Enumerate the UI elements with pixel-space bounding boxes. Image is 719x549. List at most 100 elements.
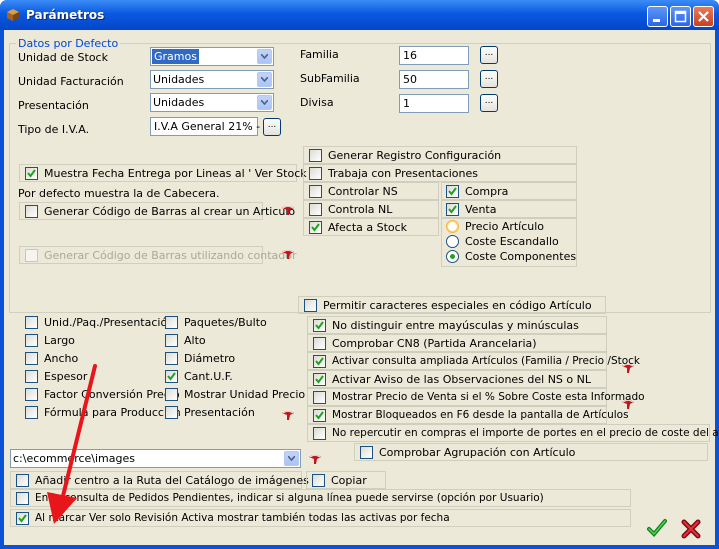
subfamilia-browse-button[interactable]: ...: [480, 70, 498, 88]
anadir-row[interactable]: Añadir centro a la Ruta del Catálogo de …: [10, 471, 309, 489]
activar-aviso-row[interactable]: Activar Aviso de las Observaciones del N…: [307, 370, 607, 388]
accept-check-icon[interactable]: [646, 517, 668, 539]
generar-codigo-contador-row[interactable]: Generar Código de Barras utilizando cont…: [19, 246, 297, 264]
controla-nl-row[interactable]: Controla NL: [303, 200, 439, 218]
coste-escandallo-radio[interactable]: [446, 235, 459, 248]
formula-row[interactable]: Fórmula para Producción: [20, 403, 181, 421]
permitir-checkbox[interactable]: [304, 299, 317, 312]
activar-aviso-checkbox[interactable]: [313, 373, 326, 386]
help-icon[interactable]: [307, 454, 323, 466]
help-icon[interactable]: [280, 205, 296, 217]
controla-nl-checkbox[interactable]: [309, 203, 322, 216]
controlar-ns-checkbox[interactable]: [309, 185, 322, 198]
paquetes-checkbox[interactable]: [165, 316, 178, 329]
mostrar-precio-row[interactable]: Mostrar Precio de Venta si el % Sobre Co…: [307, 388, 645, 406]
controlar-ns-row[interactable]: Controlar NS: [303, 182, 439, 200]
factor-checkbox[interactable]: [25, 388, 38, 401]
compra-row[interactable]: Compra: [441, 182, 577, 200]
subfamilia-field[interactable]: 50: [399, 70, 469, 89]
presentacion-select[interactable]: Unidades: [150, 93, 274, 112]
minimize-button[interactable]: [647, 6, 668, 27]
anadir-checkbox[interactable]: [16, 474, 29, 487]
presentacion-dim-checkbox[interactable]: [165, 406, 178, 419]
familia-field[interactable]: 16: [399, 46, 469, 65]
unid-row[interactable]: Unid./Paq./Presentación: [20, 313, 174, 331]
venta-checkbox[interactable]: [446, 203, 459, 216]
espesor-checkbox[interactable]: [25, 370, 38, 383]
unidad-stock-select[interactable]: Gramos: [150, 47, 274, 66]
generar-codigo-contador-checkbox[interactable]: [25, 249, 38, 262]
mostrar-unidad-row[interactable]: Mostrar Unidad Precio: [160, 385, 305, 403]
help-icon[interactable]: [280, 249, 296, 261]
coste-componentes-radio[interactable]: [446, 250, 459, 263]
cancel-x-icon[interactable]: [680, 518, 702, 540]
formula-checkbox[interactable]: [25, 406, 38, 419]
mostrar-unidad-checkbox[interactable]: [165, 388, 178, 401]
divisa-browse-button[interactable]: ...: [480, 94, 498, 112]
ver-solo-checkbox[interactable]: [16, 512, 29, 525]
largo-checkbox[interactable]: [25, 334, 38, 347]
consulta-pedidos-row[interactable]: En la consulta de Pedidos Pendientes, in…: [10, 489, 631, 507]
title-bar[interactable]: Parámetros: [0, 0, 719, 30]
diametro-checkbox[interactable]: [165, 352, 178, 365]
mostrar-precio-checkbox[interactable]: [313, 391, 326, 404]
largo-row[interactable]: Largo: [20, 331, 168, 349]
trabaja-presentaciones-checkbox[interactable]: [309, 167, 322, 180]
muestra-fecha-row[interactable]: Muestra Fecha Entrega por Lineas al ' Ve…: [19, 164, 313, 182]
generar-registro-checkbox[interactable]: [309, 149, 322, 162]
comprobar-agrupacion-checkbox[interactable]: [360, 446, 373, 459]
close-button[interactable]: [693, 6, 714, 27]
copiar-row[interactable]: Copiar: [306, 471, 386, 489]
mostrar-bloqueados-checkbox[interactable]: [313, 409, 326, 422]
ancho-checkbox[interactable]: [25, 352, 38, 365]
no-repercutir-checkbox[interactable]: [313, 427, 326, 440]
espesor-row[interactable]: Espesor: [20, 367, 168, 385]
chevron-down-icon[interactable]: [257, 72, 272, 87]
maximize-button[interactable]: [670, 6, 691, 27]
no-distinguir-row[interactable]: No distinguir entre mayúsculas y minúscu…: [307, 316, 607, 334]
diametro-row[interactable]: Diámetro: [160, 349, 294, 367]
ver-solo-row[interactable]: Al marcar Ver solo Revisión Activa mostr…: [10, 509, 631, 527]
divisa-field[interactable]: 1: [399, 94, 469, 113]
unidad-facturacion-select[interactable]: Unidades: [150, 70, 274, 89]
consulta-pedidos-checkbox[interactable]: [16, 492, 29, 505]
unid-checkbox[interactable]: [25, 316, 38, 329]
factor-row[interactable]: Factor Conversión Precio: [20, 385, 180, 403]
afecta-stock-row[interactable]: Afecta a Stock: [303, 218, 439, 236]
tipo-iva-field[interactable]: I.V.A General 21% - 2: [150, 117, 271, 136]
activar-consulta-checkbox[interactable]: [313, 355, 326, 368]
chevron-down-icon[interactable]: [284, 451, 299, 466]
comprobar-cn8-checkbox[interactable]: [313, 337, 326, 350]
presentacion-dim-row[interactable]: Presentación: [160, 403, 294, 421]
image-path-select[interactable]: c:\ecommerce\images: [10, 449, 301, 468]
tipo-iva-browse-button[interactable]: ...: [263, 118, 281, 136]
activar-consulta-row[interactable]: Activar consulta ampliada Artículos (Fam…: [307, 352, 640, 370]
alto-checkbox[interactable]: [165, 334, 178, 347]
generar-registro-row[interactable]: Generar Registro Configuración: [303, 146, 577, 164]
compra-checkbox[interactable]: [446, 185, 459, 198]
muestra-fecha-checkbox[interactable]: [25, 167, 38, 180]
generar-codigo-articulo-row[interactable]: Generar Código de Barras al crear un Art…: [19, 202, 295, 220]
alto-row[interactable]: Alto: [160, 331, 294, 349]
precio-articulo-radio[interactable]: [446, 220, 459, 233]
cant-checkbox[interactable]: [165, 370, 178, 383]
cant-row[interactable]: Cant.U.F.: [160, 367, 294, 385]
ancho-row[interactable]: Ancho: [20, 349, 168, 367]
generar-codigo-articulo-checkbox[interactable]: [25, 205, 38, 218]
venta-row[interactable]: Venta: [441, 200, 577, 218]
no-repercutir-row[interactable]: No repercutir en compras el importe de p…: [307, 424, 719, 442]
paquetes-row[interactable]: Paquetes/Bulto: [160, 313, 294, 331]
help-icon[interactable]: [620, 363, 636, 375]
comprobar-cn8-row[interactable]: Comprobar CN8 (Partida Arancelaria): [307, 334, 607, 352]
mostrar-bloqueados-row[interactable]: Mostrar Bloqueados en F6 desde la pantal…: [307, 406, 629, 424]
help-icon[interactable]: [280, 410, 296, 422]
afecta-stock-checkbox[interactable]: [309, 221, 322, 234]
copiar-checkbox[interactable]: [312, 474, 325, 487]
trabaja-presentaciones-row[interactable]: Trabaja con Presentaciones: [303, 164, 577, 182]
chevron-down-icon[interactable]: [257, 49, 272, 64]
comprobar-agrupacion-row[interactable]: Comprobar Agrupación con Artículo: [354, 443, 708, 461]
no-distinguir-checkbox[interactable]: [313, 319, 326, 332]
permitir-row[interactable]: Permitir caracteres especiales en código…: [298, 296, 606, 314]
chevron-down-icon[interactable]: [257, 95, 272, 110]
familia-browse-button[interactable]: ...: [480, 46, 498, 64]
